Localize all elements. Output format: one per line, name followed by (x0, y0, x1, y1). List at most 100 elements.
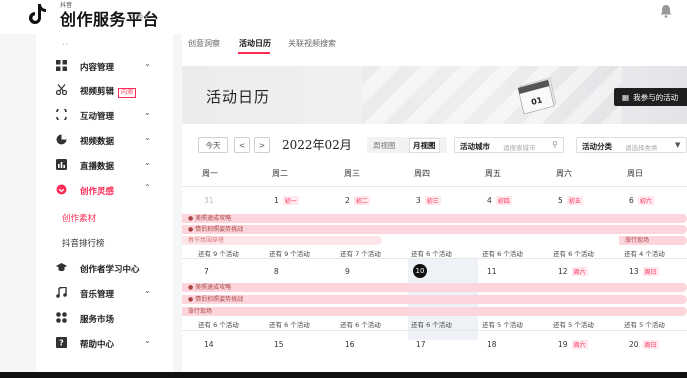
day-number: 5 (558, 196, 563, 205)
sidebar-item-interaction[interactable]: 互动管理 ⌄ (36, 103, 173, 127)
interact-icon (56, 109, 67, 120)
event-label: 情侣拍照姿势挑战 (195, 226, 244, 233)
day-cell[interactable]: 1 初一 (274, 196, 299, 205)
day-cell[interactable]: 17 (416, 340, 426, 349)
sidebar-item-label: 视频数据 (80, 137, 115, 147)
day-cell[interactable]: 5 初五 (558, 196, 583, 205)
event-label: 美照速成攻略 (195, 215, 232, 222)
day-cell[interactable]: 19 周六 (558, 340, 588, 349)
event-bar[interactable]: 旅行现场 (182, 307, 687, 316)
more-events-link[interactable]: 还有 6 个活动 (198, 319, 239, 329)
day-cell[interactable]: 18 (487, 340, 497, 349)
more-events-link[interactable]: 还有 5 个活动 (553, 319, 594, 329)
day-cell[interactable]: 4 初四 (487, 196, 512, 205)
sidebar-item-label: 互动管理 (80, 112, 115, 122)
day-cell[interactable]: 31 (204, 196, 214, 205)
day-number: 12 (558, 267, 568, 276)
sidebar-item-music[interactable]: 音乐管理 ⌄ (36, 281, 173, 305)
day-cell[interactable]: 6 初六 (629, 196, 654, 205)
event-bar[interactable]: 旅行现场 (619, 236, 687, 245)
today-button[interactable]: 今天 (198, 137, 228, 153)
more-events-link[interactable]: 还有 9 个活动 (269, 248, 310, 258)
day-cell[interactable]: 8 (274, 267, 279, 276)
bottom-edge (0, 372, 687, 378)
sidebar-item-content[interactable]: 内容管理 ⌄ (36, 54, 173, 78)
sidebar-item-inspiration[interactable]: 创作灵感 ⌃ (36, 178, 173, 202)
sidebar-item-help[interactable]: ? 帮助中心 ⌄ (36, 331, 173, 355)
more-events-link[interactable]: 还有 6 个活动 (553, 248, 594, 258)
weekday-header: 周三 (344, 169, 360, 178)
tab-creative-insight[interactable]: 创意洞察 (188, 38, 220, 49)
tab-related-video-search[interactable]: 关联视频搜索 (288, 38, 336, 49)
day-cell[interactable]: 12 周六 (558, 267, 588, 276)
view-switch: 周视图 月视图 (367, 137, 447, 153)
scissors-icon (56, 84, 67, 95)
sidebar-sub-creative-material[interactable]: 创作素材 (62, 212, 96, 224)
more-events-link[interactable]: 还有 6 个活动 (411, 319, 452, 329)
more-events-link[interactable]: 还有 7 个活动 (340, 248, 381, 258)
more-events-link[interactable]: 还有 6 个活动 (340, 319, 381, 329)
lunar-badge: 初三 (424, 196, 441, 205)
event-bar[interactable]: ● 美照速成攻略 (182, 283, 687, 292)
day-cell[interactable]: 11 (487, 267, 497, 276)
day-cell[interactable]: 13 周日 (629, 267, 659, 276)
sidebar-item-learning-center[interactable]: 创作者学习中心 (36, 256, 173, 280)
more-events-link[interactable]: 还有 6 个活动 (482, 248, 523, 258)
switch-button[interactable]: 切换 ▾ (131, 12, 148, 21)
search-icon[interactable]: ⚲ (552, 140, 558, 149)
weekday-header: 周日 (627, 169, 643, 178)
weekday-header: 周四 (414, 169, 430, 178)
weekday-header: 周一 (202, 169, 218, 178)
my-activities-button[interactable]: ▦ 我参与的活动 (614, 88, 687, 106)
more-events-link[interactable]: 还有 4 个活动 (624, 248, 665, 258)
day-cell[interactable]: 16 (345, 340, 355, 349)
more-events-link[interactable]: 还有 5 个活动 (482, 319, 523, 329)
chevron-down-icon: ⌄ (144, 158, 151, 167)
day-cell[interactable]: 3 初三 (416, 196, 441, 205)
more-events-link[interactable]: 还有 5 个活动 (624, 319, 665, 329)
city-search-input[interactable]: 请搜索城市 (503, 142, 536, 152)
lunar-badge: 初六 (637, 196, 654, 205)
sidebar-item-label: 服务市场 (80, 315, 115, 325)
content-grid-icon (56, 60, 67, 71)
event-bar[interactable]: ● 情侣拍照姿势挑战 (182, 295, 687, 304)
city-filter-label: 活动城市 (460, 142, 490, 151)
weekend-badge: 周日 (642, 340, 659, 349)
day-number: 19 (558, 340, 568, 349)
sidebar-item-video-data[interactable]: 视频数据 ⌄ (36, 128, 173, 152)
sidebar-item-video-edit[interactable]: 视频剪辑 内测 (36, 78, 173, 102)
lunar-badge: 初一 (282, 196, 299, 205)
month-view-option[interactable]: 月视图 (409, 138, 440, 153)
banner-title: 活动日历 (206, 88, 271, 106)
tomato-icon: ● (188, 215, 194, 222)
category-filter[interactable]: 活动分类 请选择类类 ▼ (576, 137, 687, 153)
category-select[interactable]: 请选择类类 (625, 142, 658, 152)
day-cell[interactable]: 9 (345, 267, 350, 276)
more-events-link[interactable]: 还有 9 个活动 (198, 248, 239, 258)
city-filter[interactable]: 活动城市 请搜索城市 ⚲ (454, 137, 564, 153)
sidebar-item-label: 直播数据 (80, 162, 115, 172)
bell-icon[interactable] (660, 4, 672, 18)
lunar-badge: 初五 (566, 196, 583, 205)
sidebar-item-service-market[interactable]: 服务市场 (36, 306, 173, 330)
apps-icon (56, 312, 67, 323)
more-events-link[interactable]: 还有 6 个活动 (411, 248, 452, 258)
day-cell[interactable]: 20 周日 (629, 340, 659, 349)
today-marker[interactable]: 10 (413, 264, 427, 278)
tab-activity-calendar[interactable]: 活动日历 (239, 38, 271, 49)
next-month-button[interactable]: > (254, 137, 270, 153)
day-number: 20 (629, 340, 639, 349)
day-cell[interactable]: 2 初二 (345, 196, 370, 205)
week-view-option[interactable]: 周视图 (373, 140, 396, 151)
event-bar[interactable]: ● 情侣拍照姿势挑战 (182, 225, 687, 234)
event-bar[interactable]: 春节氛围穿搭 (182, 236, 382, 245)
day-cell[interactable]: 7 (204, 267, 209, 276)
sidebar-item-live-data[interactable]: 直播数据 ⌄ (36, 153, 173, 177)
more-events-link[interactable]: 还有 6 个活动 (269, 319, 310, 329)
sidebar-sub-ranking[interactable]: 抖音排行榜 (62, 237, 105, 249)
day-cell[interactable]: 14 (204, 340, 214, 349)
day-cell[interactable]: 15 (274, 340, 284, 349)
prev-month-button[interactable]: < (234, 137, 250, 153)
tab-bar: 创意洞察 活动日历 关联视频搜索 (182, 34, 687, 56)
event-bar[interactable]: ● 美照速成攻略 (182, 214, 687, 223)
